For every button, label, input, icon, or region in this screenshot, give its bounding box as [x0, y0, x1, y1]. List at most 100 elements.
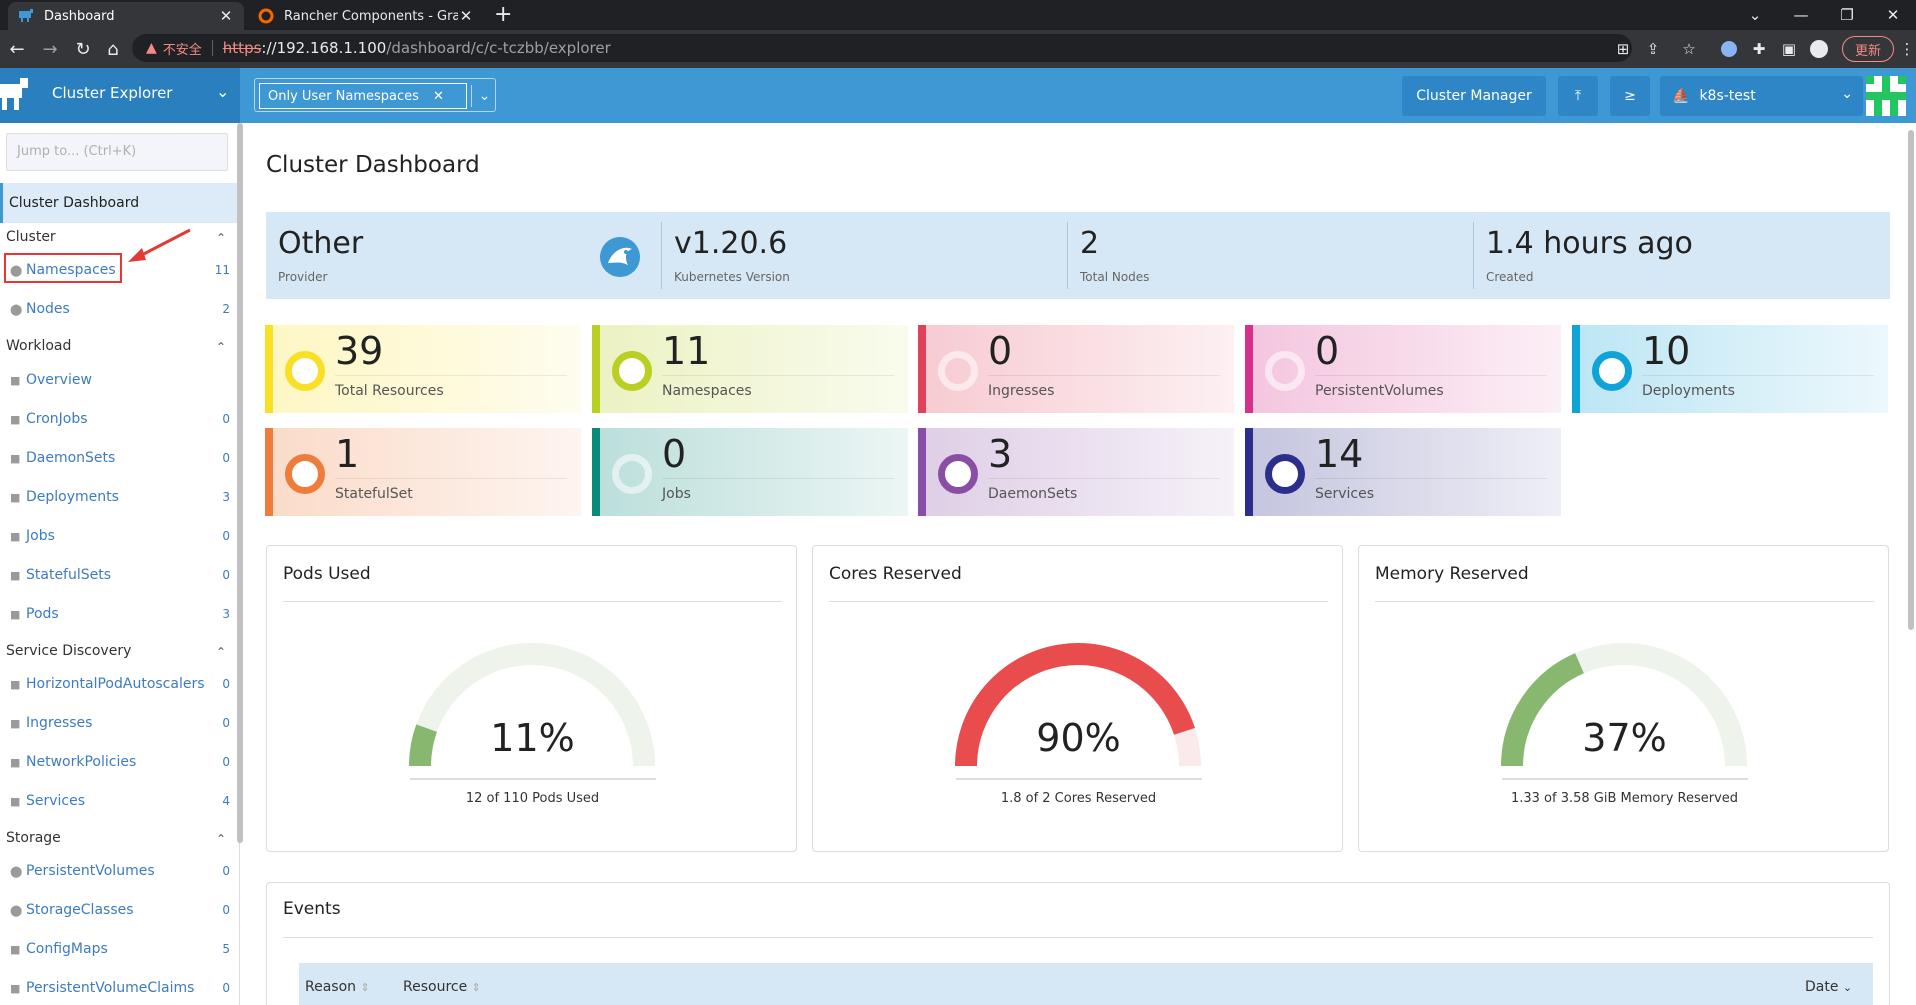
ring-icon: [612, 351, 652, 391]
more-menu-icon[interactable]: ⋮: [1896, 38, 1916, 60]
forward-icon[interactable]: →: [37, 36, 63, 62]
sidebar-item-overview[interactable]: ■ Overview: [10, 369, 230, 391]
sidebar-item-pvcs[interactable]: ■ PersistentVolumeClaims 0: [10, 977, 230, 999]
card-ingresses[interactable]: 0 Ingresses: [918, 325, 1234, 413]
sort-icon: ⇕: [471, 981, 481, 994]
sidebar-item-pods[interactable]: ■ Pods 3: [10, 603, 230, 625]
card-services[interactable]: 14 Services: [1245, 428, 1561, 516]
divider: [1315, 478, 1547, 479]
address-bar[interactable]: ▲ 不安全 https ://192.168.1.100 /dashboard/…: [132, 34, 1632, 62]
sidebar-item-label: Nodes: [26, 301, 70, 317]
card-value: 0: [1315, 329, 1340, 373]
ring-icon: [1265, 454, 1305, 494]
import-yaml-icon[interactable]: ⤒: [1558, 76, 1598, 116]
chevron-up-icon[interactable]: ⌃: [216, 340, 226, 354]
column-header-resource[interactable]: Resource ⇕: [403, 979, 481, 995]
sidebar-item-configmaps[interactable]: ■ ConfigMaps 5: [10, 938, 230, 960]
translate-icon[interactable]: ⊞: [1612, 38, 1634, 60]
card-persistentvolumes[interactable]: 0 PersistentVolumes: [1245, 325, 1561, 413]
grafana-favicon-icon: [258, 8, 274, 24]
product-switcher[interactable]: Cluster Explorer ⌄: [0, 68, 240, 123]
card-jobs[interactable]: 0 Jobs: [592, 428, 908, 516]
events-table-header: Reason ⇕ Resource ⇕ Date ⌄: [299, 963, 1873, 1005]
sidebar-item-deployments[interactable]: ■ Deployments 3: [10, 486, 230, 508]
minimize-icon[interactable]: —: [1778, 0, 1824, 30]
tab-search-icon[interactable]: ⌄: [1732, 0, 1778, 30]
sidebar-item-services[interactable]: ■ Services 4: [10, 790, 230, 812]
sidebar-item-persistentvolumes[interactable]: ⬤ PersistentVolumes 0: [10, 860, 230, 882]
gauge-memory-reserved: Memory Reserved 37% 1.33 of 3.58 GiB Mem…: [1358, 545, 1889, 852]
column-header-date[interactable]: Date ⌄: [1805, 979, 1852, 995]
restore-icon[interactable]: ❐: [1824, 0, 1870, 30]
sidebar-item-statefulsets[interactable]: ■ StatefulSets 0: [10, 564, 230, 586]
sidebar-item-ingresses[interactable]: ■ Ingresses 0: [10, 712, 230, 734]
home-icon[interactable]: ⌂: [100, 36, 126, 62]
warning-icon: ▲: [146, 40, 157, 56]
tab-dashboard[interactable]: Dashboard ✕: [8, 2, 244, 30]
sidebar-item-cluster-dashboard[interactable]: Cluster Dashboard: [0, 183, 239, 223]
sidebar-item-nodes[interactable]: ⬤ Nodes 2: [10, 298, 230, 320]
reload-icon[interactable]: ↻: [70, 36, 96, 62]
card-total-resources[interactable]: 39 Total Resources: [265, 325, 581, 413]
sidebar-scrollbar[interactable]: [237, 123, 243, 843]
main-scrollbar[interactable]: [1908, 130, 1914, 630]
user-avatar[interactable]: [1866, 76, 1906, 116]
sidebar-item-label: StorageClasses: [26, 902, 134, 918]
sidebar-item-hpa[interactable]: ■ HorizontalPodAutoscalers 0: [10, 673, 230, 695]
cluster-selector[interactable]: ⛵ k8s-test ⌄: [1660, 76, 1863, 116]
folder-icon: ■: [10, 568, 21, 582]
close-tab-icon[interactable]: ✕: [458, 7, 474, 25]
card-deployments[interactable]: 10 Deployments: [1572, 325, 1888, 413]
card-daemonsets[interactable]: 3 DaemonSets: [918, 428, 1234, 516]
provider-icon: [600, 237, 640, 277]
cluster-manager-button[interactable]: Cluster Manager: [1402, 76, 1546, 116]
highlight-box: [4, 253, 122, 283]
card-accent: [918, 428, 926, 516]
extension-badge-icon[interactable]: [1718, 38, 1740, 60]
tab-grafana[interactable]: Rancher Components - Grafana ✕: [248, 2, 484, 30]
chevron-down-icon[interactable]: ⌄: [471, 85, 493, 107]
divider: [1642, 375, 1874, 376]
sidebar-item-networkpolicies[interactable]: ■ NetworkPolicies 0: [10, 751, 230, 773]
remove-filter-icon[interactable]: ✕: [433, 89, 444, 104]
sidebar-item-label: DaemonSets: [26, 450, 116, 466]
close-tab-icon[interactable]: ✕: [218, 7, 234, 25]
sidepanel-icon[interactable]: ▣: [1778, 38, 1800, 60]
sidebar-group-service-discovery[interactable]: Service Discovery: [6, 643, 131, 659]
sidebar-group-storage[interactable]: Storage: [6, 830, 61, 846]
share-icon[interactable]: ⇪: [1642, 38, 1664, 60]
folder-icon: ■: [10, 412, 21, 426]
namespace-filter[interactable]: Only User Namespaces ✕ ⌄: [254, 78, 496, 112]
events-title: Events: [283, 899, 341, 919]
card-accent: [265, 428, 273, 516]
card-value: 1: [335, 432, 360, 476]
jump-to-input[interactable]: Jump to... (Ctrl+K): [6, 133, 228, 171]
new-tab-icon[interactable]: +: [494, 3, 512, 27]
kubectl-shell-icon[interactable]: ≥: [1610, 76, 1650, 116]
card-statefulset[interactable]: 1 StatefulSet: [265, 428, 581, 516]
sidebar-group-workload[interactable]: Workload: [6, 338, 71, 354]
sidebar-item-count: 3: [222, 607, 230, 621]
sidebar-item-cronjobs[interactable]: ■ CronJobs 0: [10, 408, 230, 430]
tab-title: Rancher Components - Grafana: [284, 8, 458, 24]
chevron-up-icon[interactable]: ⌃: [216, 832, 226, 846]
update-button[interactable]: 更新: [1842, 36, 1894, 62]
sidebar-item-storageclasses[interactable]: ⬤ StorageClasses 0: [10, 899, 230, 921]
chevron-up-icon[interactable]: ⌃: [216, 231, 226, 245]
sidebar-item-label: PersistentVolumes: [26, 863, 155, 879]
sidebar-group-cluster[interactable]: Cluster: [6, 229, 56, 245]
card-namespaces[interactable]: 11 Namespaces: [592, 325, 908, 413]
divider: [662, 375, 894, 376]
close-window-icon[interactable]: ✕: [1870, 0, 1916, 30]
chevron-up-icon[interactable]: ⌃: [216, 645, 226, 659]
column-header-reason[interactable]: Reason ⇕: [305, 979, 370, 995]
back-icon[interactable]: ←: [4, 36, 30, 62]
ring-icon: [938, 351, 978, 391]
bookmark-star-icon[interactable]: ☆: [1678, 38, 1700, 60]
sidebar-item-jobs[interactable]: ■ Jobs 0: [10, 525, 230, 547]
card-value: 0: [662, 432, 687, 476]
ring-icon: [285, 454, 325, 494]
profile-avatar-icon[interactable]: [1808, 38, 1830, 60]
sidebar-item-daemonsets[interactable]: ■ DaemonSets 0: [10, 447, 230, 469]
extensions-puzzle-icon[interactable]: ✚: [1748, 38, 1770, 60]
